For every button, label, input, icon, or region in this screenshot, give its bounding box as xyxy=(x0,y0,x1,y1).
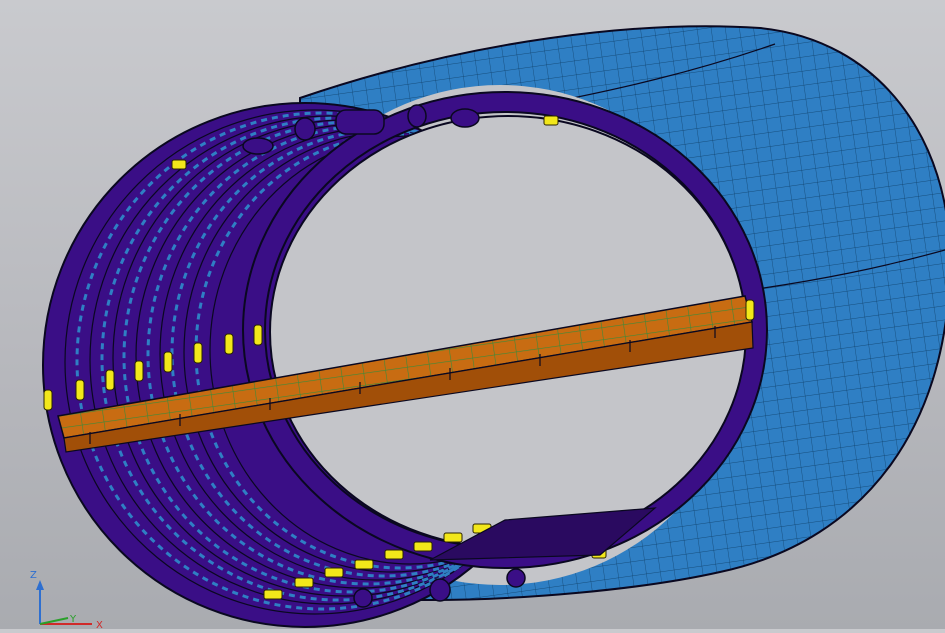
z-axis-label: Z xyxy=(30,570,37,581)
y-axis-label: Y xyxy=(69,614,77,625)
axis-triad: Z X Y xyxy=(22,566,112,631)
x-axis-label: X xyxy=(96,620,103,629)
cad-3d-viewport[interactable] xyxy=(0,0,945,629)
